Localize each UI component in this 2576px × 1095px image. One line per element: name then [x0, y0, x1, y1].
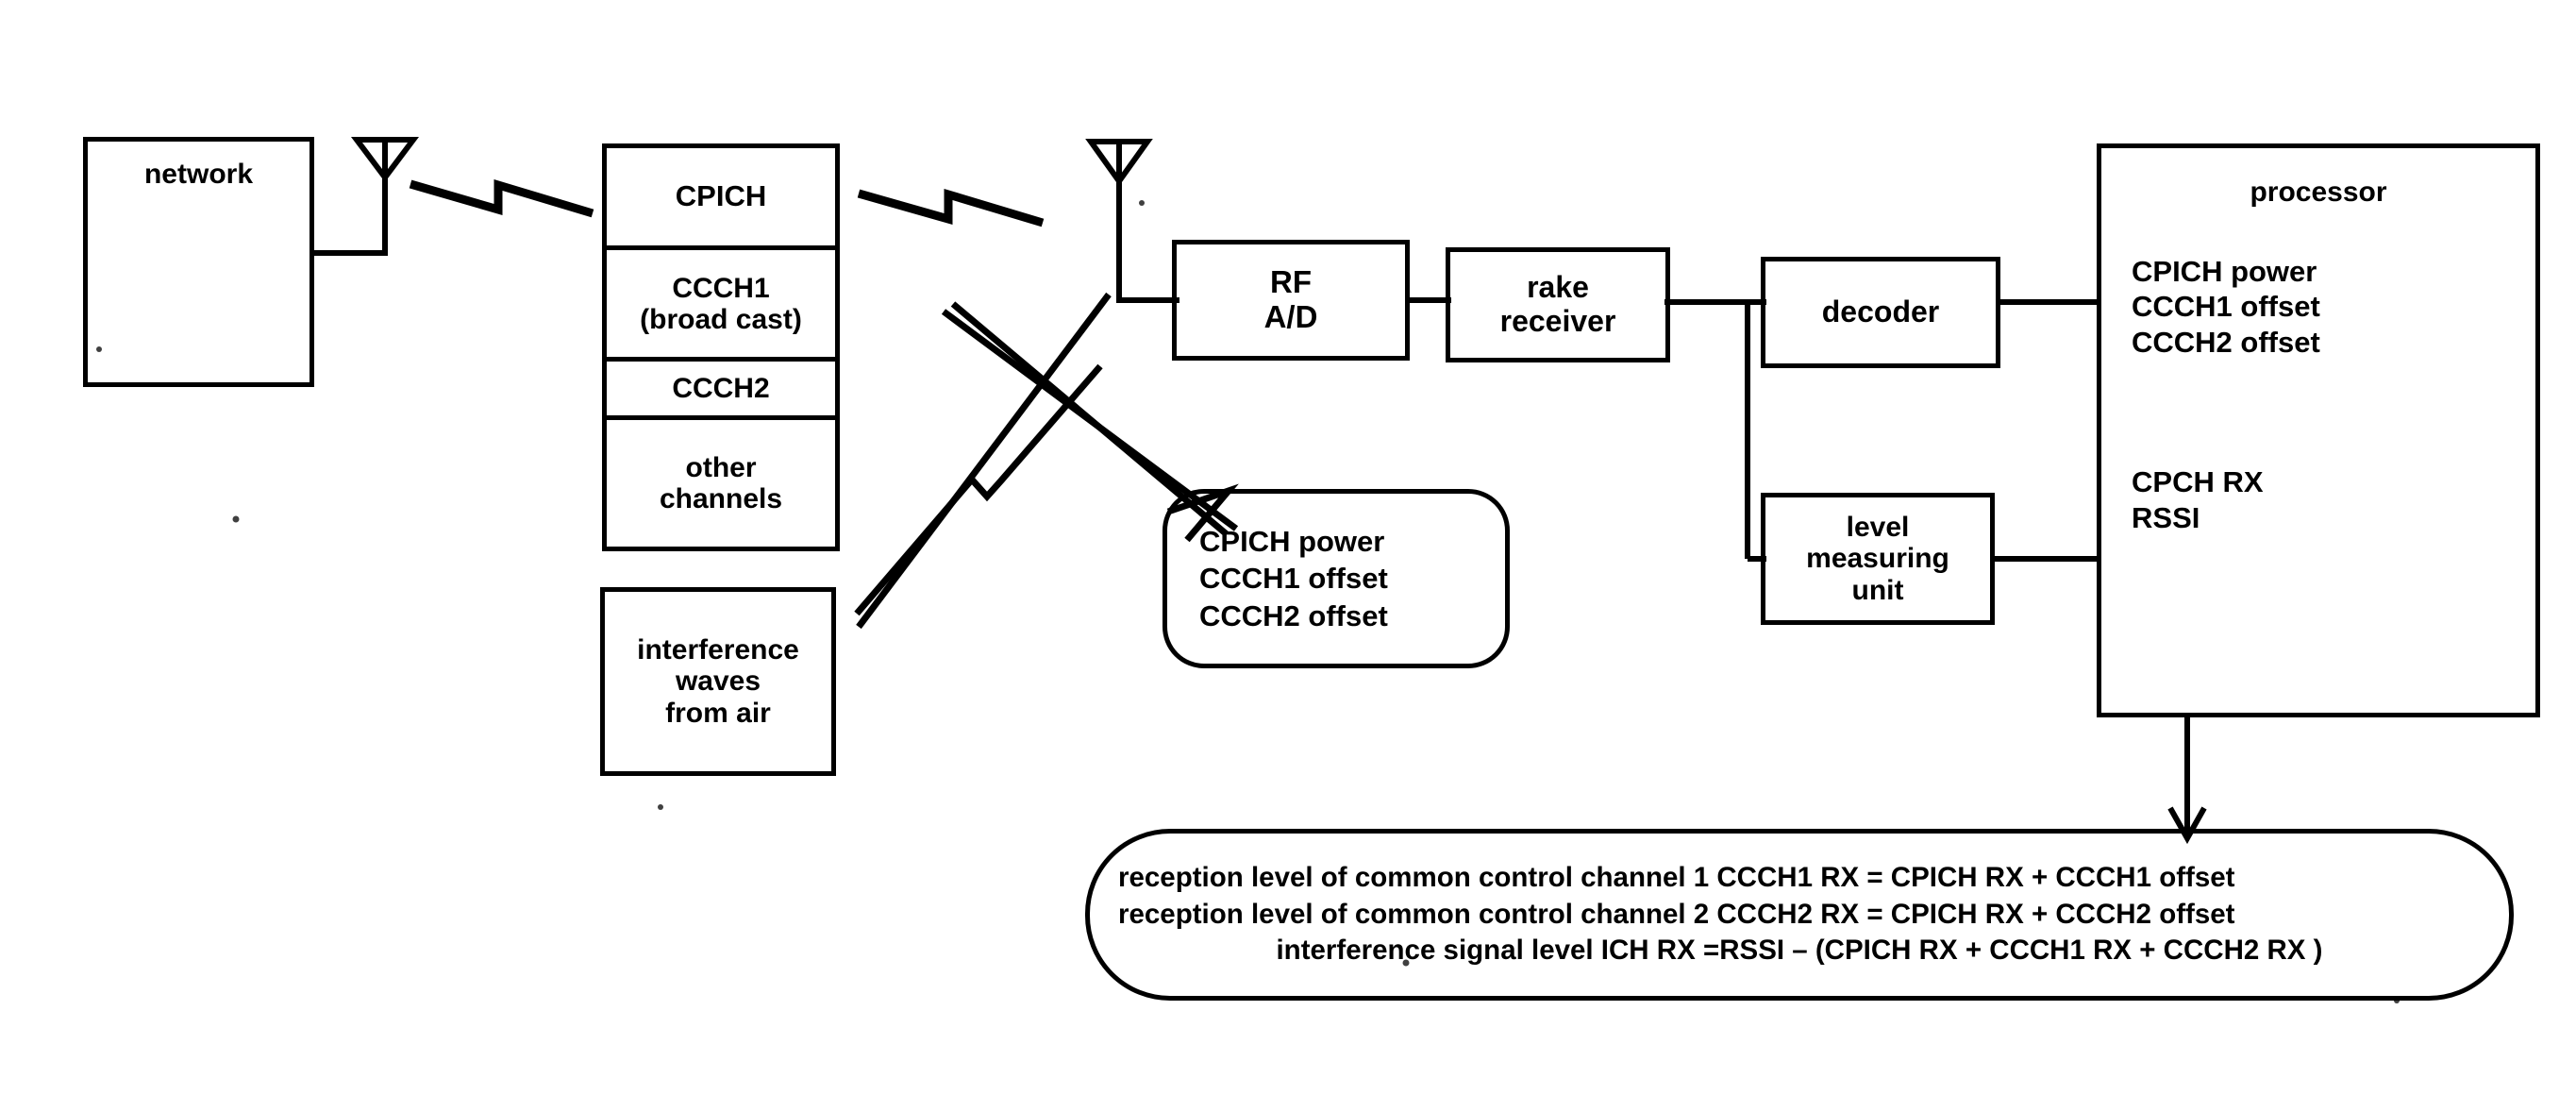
callout-line-ccch1-offset: CCCH1 offset — [1199, 562, 1388, 596]
radio-wave-icon-1 — [409, 178, 594, 218]
formula-line-interference: interference signal level ICH RX =RSSI –… — [1276, 935, 2323, 967]
callout-line-ccch2-offset: CCCH2 offset — [1199, 598, 1388, 632]
level-measuring-unit-box[interactable]: level measuring unit — [1761, 493, 1995, 625]
interference-label: interference waves from air — [637, 633, 799, 729]
stack-row-cpich[interactable]: CPICH — [607, 148, 835, 245]
processor-title: processor — [2250, 177, 2387, 208]
processor-ccch1-offset: CCCH1 offset — [2132, 290, 2320, 324]
diagram-canvas: network CPICH CCCH1 (broad cast) CCCH2 o… — [0, 0, 2576, 1095]
decoder-box[interactable]: decoder — [1761, 257, 2000, 368]
stack-row-ccch2-label: CCCH2 — [672, 373, 770, 404]
rake-receiver-box[interactable]: rake receiver — [1446, 247, 1670, 362]
level-measuring-unit-label: level measuring unit — [1806, 511, 1949, 606]
processor-box[interactable]: processor CPICH power CCCH1 offset CCCH2… — [2097, 143, 2540, 717]
wire-rake-split — [1664, 299, 1766, 562]
channel-params-callout[interactable]: CPICH power CCCH1 offset CCCH2 offset — [1163, 489, 1510, 668]
formula-line-ccch1: reception level of common control channe… — [1118, 862, 2235, 894]
stack-row-cpich-label: CPICH — [675, 179, 767, 213]
stack-row-ccch1-label: CCCH1 (broad cast) — [640, 272, 802, 335]
processor-cpch-rx: CPCH RX — [2132, 465, 2264, 499]
formulas-callout[interactable]: reception level of common control channe… — [1085, 829, 2514, 1001]
processor-cpich-power: CPICH power — [2132, 254, 2317, 288]
stack-row-other[interactable]: other channels — [607, 415, 835, 547]
stack-row-ccch1[interactable]: CCCH1 (broad cast) — [607, 245, 835, 357]
stack-row-other-label: other channels — [659, 452, 783, 514]
callout-line-cpich-power: CPICH power — [1199, 525, 1385, 559]
interference-box[interactable]: interference waves from air — [600, 587, 836, 776]
rake-receiver-label: rake receiver — [1499, 270, 1616, 338]
radio-wave-icon-2 — [857, 188, 1045, 227]
decoder-label: decoder — [1821, 295, 1940, 329]
formula-line-ccch2: reception level of common control channe… — [1118, 898, 2235, 930]
stack-row-ccch2[interactable]: CCCH2 — [607, 357, 835, 415]
arrow-down-icon — [2167, 716, 2207, 845]
processor-ccch2-offset: CCCH2 offset — [2132, 326, 2320, 360]
wire-network-to-tx-antenna — [311, 177, 388, 256]
network-box[interactable]: network — [83, 137, 314, 387]
tx-antenna-icon — [351, 137, 419, 182]
network-label: network — [143, 159, 254, 190]
rf-ad-label: RF A/D — [1263, 264, 1318, 334]
processor-rssi: RSSI — [2132, 500, 2200, 534]
channel-stack: CPICH CCCH1 (broad cast) CCCH2 other cha… — [602, 143, 840, 551]
rx-antenna-icon — [1085, 139, 1179, 303]
rf-ad-box[interactable]: RF A/D — [1172, 240, 1410, 361]
